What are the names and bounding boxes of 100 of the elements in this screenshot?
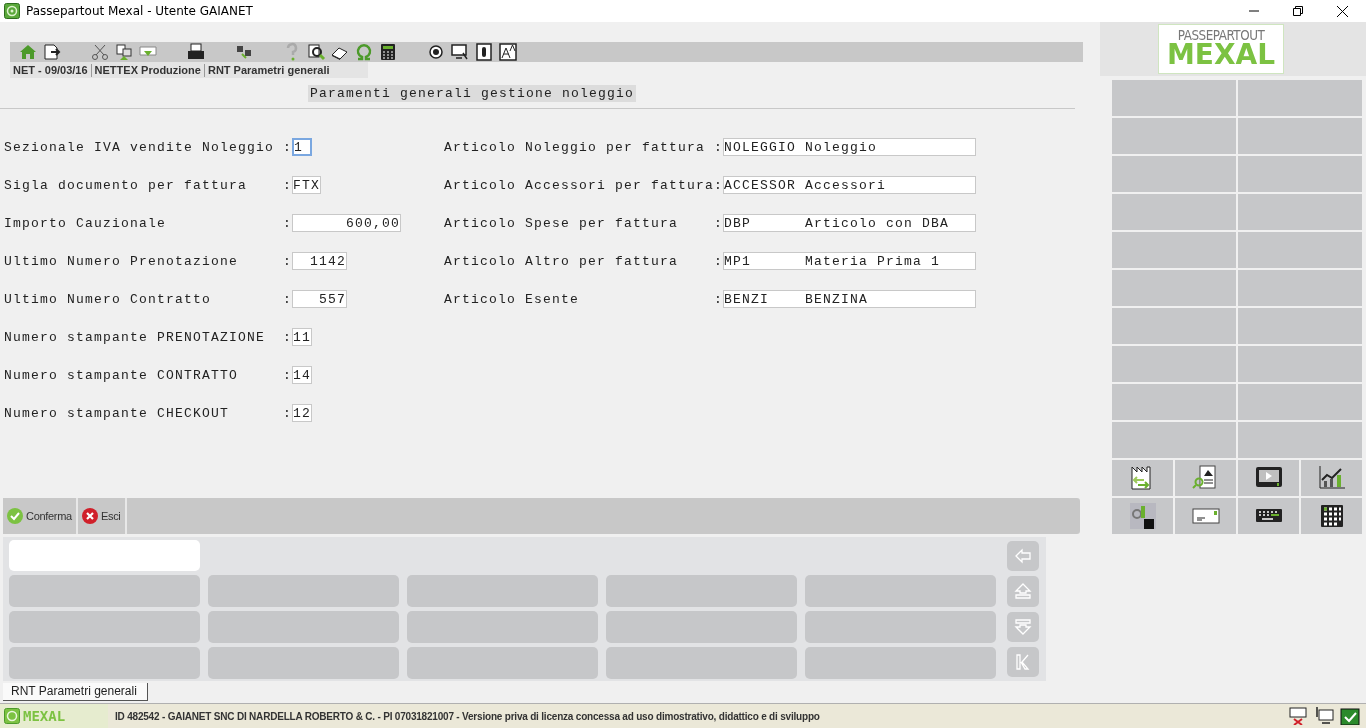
field-label: Sigla documento per fattura : xyxy=(4,177,293,193)
breadcrumb-item: RNT Parametri generali xyxy=(206,63,331,77)
input-field[interactable]: FTX xyxy=(292,176,322,194)
video-player-button[interactable] xyxy=(1238,460,1299,496)
input-field[interactable]: 14 xyxy=(292,366,313,384)
side-button[interactable] xyxy=(1112,194,1236,230)
field-label: Articolo Altro per fattura : xyxy=(444,253,724,269)
page-up-icon xyxy=(1013,581,1033,602)
keypad-key[interactable] xyxy=(208,611,399,643)
side-button[interactable] xyxy=(1238,270,1362,306)
first-page-button[interactable] xyxy=(1007,646,1039,677)
confirm-button[interactable]: Conferma xyxy=(3,498,78,534)
field-label: Numero stampante PRENOTAZIONE : xyxy=(4,329,293,345)
input-field[interactable]: MP1 Materia Prima 1 xyxy=(723,252,977,270)
side-button[interactable] xyxy=(1238,232,1362,268)
keypad-key[interactable] xyxy=(606,611,797,643)
field-label: Articolo Spese per fattura : xyxy=(444,215,724,231)
page-down-button[interactable] xyxy=(1007,611,1039,642)
keypad-key[interactable] xyxy=(208,575,399,607)
field-label: Articolo Esente : xyxy=(444,291,724,307)
side-button[interactable] xyxy=(1112,232,1236,268)
cancel-icon xyxy=(81,508,98,524)
input-field[interactable]: 600,00 xyxy=(292,214,402,232)
page-up-button[interactable] xyxy=(1007,576,1039,607)
input-field[interactable]: BENZI BENZINA xyxy=(723,290,977,308)
envelope-button[interactable] xyxy=(1175,498,1236,534)
keypad-key[interactable] xyxy=(407,647,598,679)
side-button[interactable] xyxy=(1238,308,1362,344)
tab[interactable]: RNT Parametri generali xyxy=(3,683,148,701)
input-field[interactable]: 12 xyxy=(292,404,313,422)
side-button[interactable] xyxy=(1238,118,1362,154)
input-field[interactable]: 11 xyxy=(292,328,313,346)
side-button[interactable] xyxy=(1238,156,1362,192)
side-button[interactable] xyxy=(1112,156,1236,192)
side-button[interactable] xyxy=(1112,80,1236,116)
disconnected-monitor-icon[interactable] xyxy=(1288,707,1308,725)
field-label: Articolo Noleggio per fattura : xyxy=(444,139,724,155)
side-button[interactable] xyxy=(1238,80,1362,116)
keypad-key[interactable] xyxy=(9,575,200,607)
field-label: Numero stampante CHECKOUT : xyxy=(4,405,293,421)
keypad-key[interactable] xyxy=(9,647,200,679)
lock-document-button[interactable] xyxy=(1112,498,1173,534)
field-label: Ultimo Numero Prenotazione : xyxy=(4,253,293,269)
breadcrumb-item: NET - 09/03/16 xyxy=(10,63,92,77)
monitor-icon[interactable] xyxy=(450,42,470,62)
image-search-button[interactable] xyxy=(1175,460,1236,496)
brand-logo-icon xyxy=(4,708,20,724)
keypad-key[interactable] xyxy=(805,647,996,679)
factory-arrows-button[interactable] xyxy=(1112,460,1173,496)
back-arrow-button[interactable] xyxy=(1007,541,1039,572)
side-button[interactable] xyxy=(1238,384,1362,420)
side-button[interactable] xyxy=(1238,346,1362,382)
restore-icon[interactable] xyxy=(1293,6,1303,16)
copy-icon[interactable] xyxy=(114,42,134,62)
breadcrumb-item: NETTEX Produzione xyxy=(91,63,205,77)
lock-document-icon xyxy=(1127,501,1158,531)
keypad-key[interactable] xyxy=(805,575,996,607)
side-button[interactable] xyxy=(1238,194,1362,230)
keypad-key[interactable] xyxy=(407,575,598,607)
calendar-check-icon[interactable] xyxy=(1340,707,1360,725)
keypad-key[interactable] xyxy=(805,611,996,643)
input-field[interactable]: 557 xyxy=(292,290,348,308)
printer-icon[interactable] xyxy=(186,42,206,62)
keypad-key[interactable] xyxy=(208,647,399,679)
keypad-key[interactable] xyxy=(606,647,797,679)
keypad-input-field[interactable] xyxy=(9,540,200,571)
side-button[interactable] xyxy=(1112,270,1236,306)
app-logo-icon xyxy=(4,3,20,19)
keypad-button[interactable] xyxy=(1301,498,1362,534)
input-field[interactable]: 1142 xyxy=(292,252,348,270)
font-size-icon[interactable] xyxy=(498,42,518,62)
field-label: Ultimo Numero Contratto : xyxy=(4,291,293,307)
side-button[interactable] xyxy=(1112,346,1236,382)
radio-icon[interactable] xyxy=(426,42,446,62)
keypad-key[interactable] xyxy=(9,611,200,643)
input-field[interactable]: NOLEGGIO Noleggio xyxy=(723,138,977,156)
page-down-icon xyxy=(1013,616,1033,637)
brand-name: MEXAL xyxy=(23,708,66,724)
field-label: Numero stampante CONTRATTO : xyxy=(4,367,293,383)
keypad-key[interactable] xyxy=(606,575,797,607)
side-button[interactable] xyxy=(1112,118,1236,154)
computer-icon[interactable] xyxy=(1314,707,1334,725)
calculator-icon[interactable] xyxy=(378,42,398,62)
cut-icon[interactable] xyxy=(90,42,110,62)
line-chart-button[interactable] xyxy=(1301,460,1362,496)
field-label: Importo Cauzionale : xyxy=(4,215,293,231)
keypad-key[interactable] xyxy=(407,611,598,643)
input-field[interactable]: ACCESSOR Accessori xyxy=(723,176,977,194)
status-text: ID 482542 - GAIANET SNC DI NARDELLA ROBERTO & C. - PI 07031821007 - Versione priva di licenza concessa ad uso dimostrativo, didattico e di sviluppo xyxy=(115,710,820,722)
side-button[interactable] xyxy=(1112,384,1236,420)
logo: PASSEPARTOUT MEXAL xyxy=(1158,24,1284,74)
exit-icon[interactable] xyxy=(42,42,62,62)
form-heading: Paramenti generali gestione noleggio xyxy=(308,84,637,102)
input-field[interactable]: DBP Articolo con DBA xyxy=(723,214,977,232)
input-field[interactable]: 1 xyxy=(292,138,313,156)
search-icon[interactable] xyxy=(306,42,326,62)
close-icon[interactable] xyxy=(1337,5,1348,17)
side-button[interactable] xyxy=(1112,308,1236,344)
toggle-icon[interactable] xyxy=(474,42,494,62)
keyboard-button[interactable] xyxy=(1238,498,1299,534)
